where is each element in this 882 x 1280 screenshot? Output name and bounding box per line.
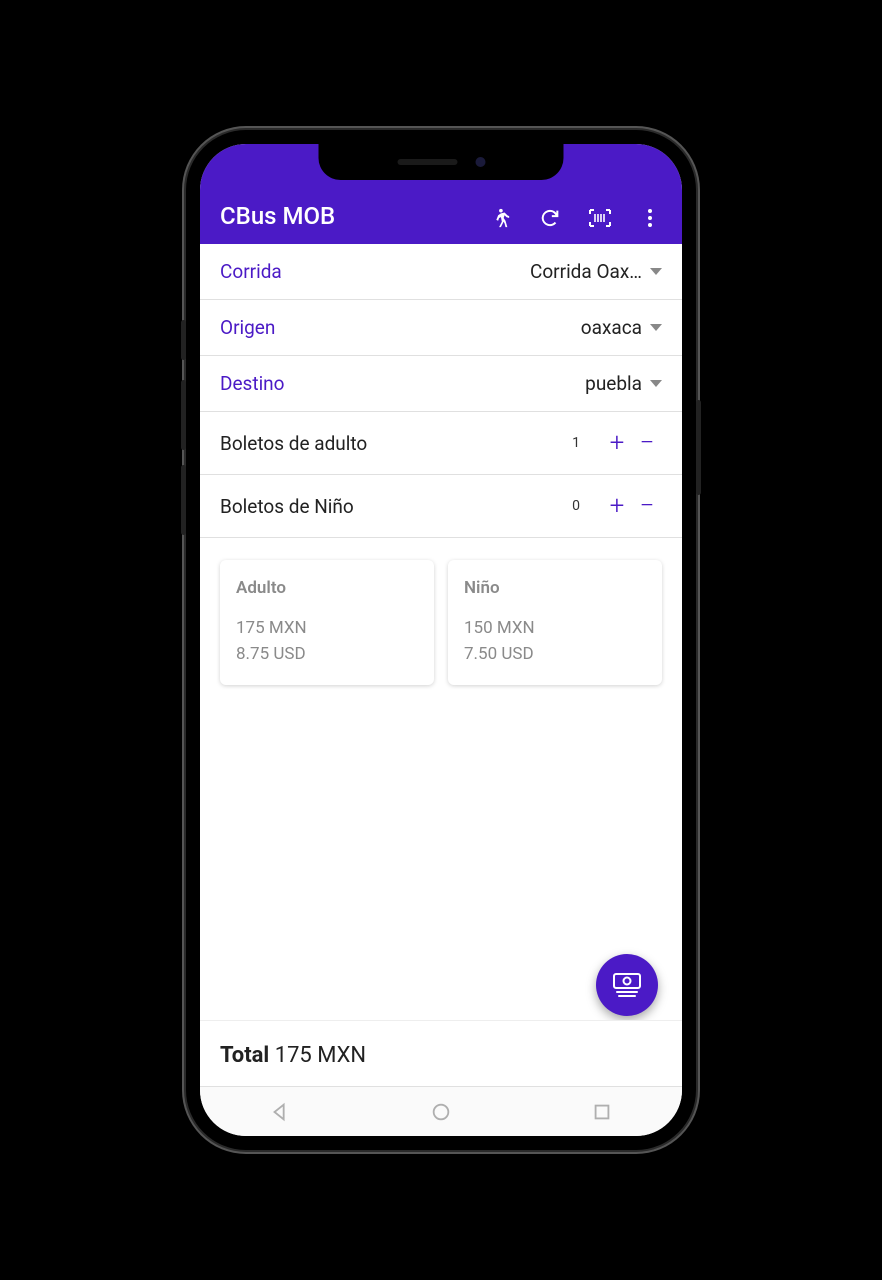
more-icon[interactable] (638, 206, 662, 230)
recent-button[interactable] (591, 1101, 613, 1123)
price-cards: Adulto 175 MXN 8.75 USD Niño 150 MXN 7.5… (200, 538, 682, 707)
adult-price-card: Adulto 175 MXN 8.75 USD (220, 560, 434, 685)
destino-value: puebla (585, 372, 642, 395)
child-plus-button[interactable]: + (602, 491, 632, 521)
camera (475, 157, 485, 167)
phone-frame: CBus MOB Corrida Corrida Oax… (186, 130, 696, 1150)
child-minus-button[interactable]: − (632, 491, 662, 521)
child-price-card: Niño 150 MXN 7.50 USD (448, 560, 662, 685)
power-button (696, 400, 701, 495)
child-tickets-row: Boletos de Niño 0 + − (200, 475, 682, 538)
adult-tickets-label: Boletos de adulto (220, 432, 566, 455)
origen-label: Origen (220, 316, 581, 339)
chevron-down-icon (650, 324, 662, 331)
volume-down-button (181, 465, 186, 535)
chevron-down-icon (650, 380, 662, 387)
pay-fab[interactable] (596, 954, 658, 1016)
money-icon (612, 972, 642, 998)
child-tickets-label: Boletos de Niño (220, 495, 566, 518)
refresh-icon[interactable] (538, 206, 562, 230)
corrida-select[interactable]: Corrida Corrida Oax… (200, 244, 682, 300)
total-bar: Total 175 MXN (200, 1020, 682, 1086)
child-tickets-count: 0 (566, 498, 580, 514)
corrida-label: Corrida (220, 260, 530, 283)
adult-tickets-count: 1 (566, 435, 580, 451)
content: Corrida Corrida Oax… Origen oaxaca Desti… (200, 244, 682, 1086)
adult-price-usd: 8.75 USD (236, 642, 418, 668)
corrida-value: Corrida Oax… (530, 260, 642, 283)
back-button[interactable] (269, 1101, 291, 1123)
origen-value: oaxaca (581, 316, 642, 339)
child-price-usd: 7.50 USD (464, 642, 646, 668)
side-button (181, 320, 186, 360)
notch (319, 144, 564, 180)
total-value: 175 MXN (275, 1043, 366, 1068)
destino-label: Destino (220, 372, 585, 395)
adult-plus-button[interactable]: + (602, 428, 632, 458)
adult-minus-button[interactable]: − (632, 428, 662, 458)
screen: CBus MOB Corrida Corrida Oax… (200, 144, 682, 1136)
adult-tickets-row: Boletos de adulto 1 + − (200, 412, 682, 475)
origen-select[interactable]: Origen oaxaca (200, 300, 682, 356)
barcode-icon[interactable] (588, 206, 612, 230)
volume-up-button (181, 380, 186, 450)
app-actions (488, 206, 666, 230)
adult-price-mxn: 175 MXN (236, 616, 418, 642)
child-price-mxn: 150 MXN (464, 616, 646, 642)
system-nav-bar (200, 1086, 682, 1136)
destino-select[interactable]: Destino puebla (200, 356, 682, 412)
adult-card-title: Adulto (236, 578, 418, 598)
home-button[interactable] (430, 1101, 452, 1123)
app-title: CBus MOB (220, 202, 488, 230)
child-card-title: Niño (464, 578, 646, 598)
walk-icon[interactable] (488, 206, 512, 230)
total-label: Total (220, 1043, 269, 1068)
speaker (397, 159, 457, 165)
chevron-down-icon (650, 268, 662, 275)
